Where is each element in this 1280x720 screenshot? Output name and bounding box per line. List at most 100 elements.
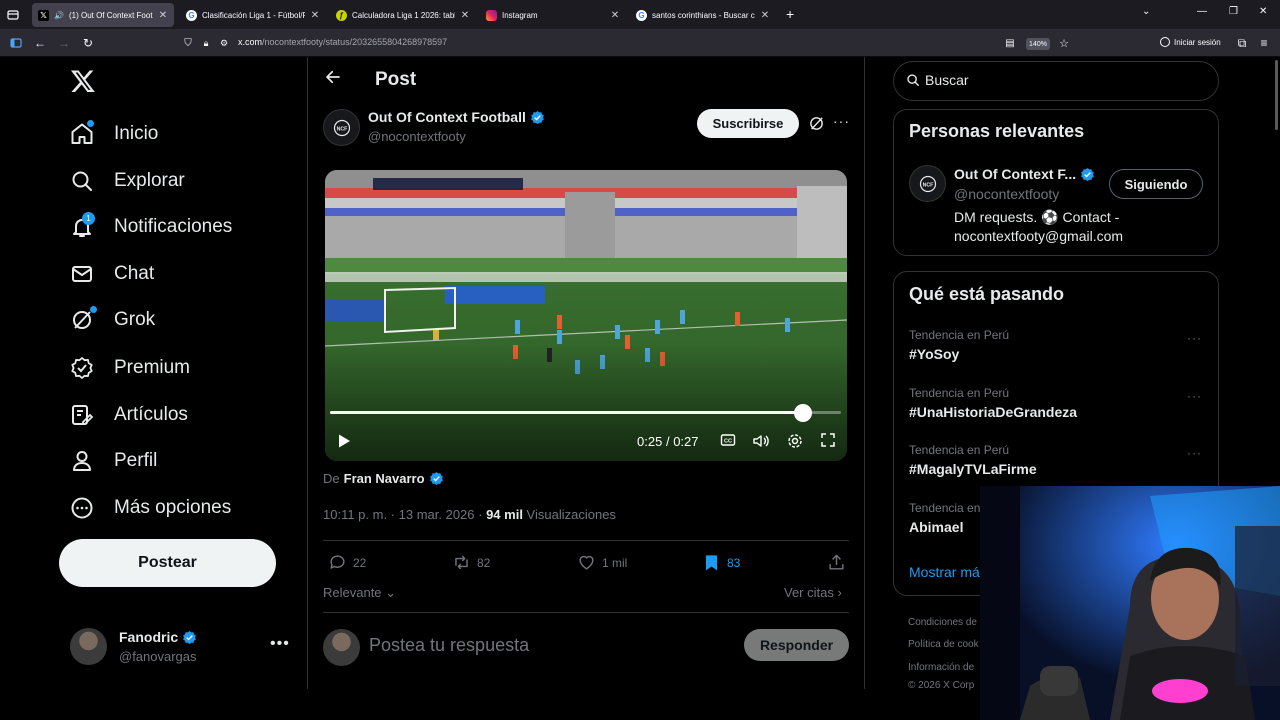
back-arrow-icon[interactable]: ← (32, 35, 48, 51)
webcam-overlay (980, 486, 1280, 720)
lock-icon[interactable]: 🔒︎ (198, 35, 214, 51)
restore-icon[interactable]: ❐ (1229, 6, 1238, 17)
trend-name[interactable]: Abimael (909, 519, 963, 535)
browser-tab-4[interactable]: G santos corinthians - Buscar con Google… (630, 3, 776, 27)
repost-action[interactable]: 82 (452, 553, 490, 572)
post-timestamp[interactable]: 10:11 p. m. · 13 mar. 2026 · (323, 507, 486, 522)
sort-replies-dropdown[interactable]: Relevante ⌄ (323, 585, 396, 601)
nav-item-articulos[interactable]: Artículos (70, 400, 188, 430)
reader-view-icon[interactable]: ▤ (1002, 35, 1018, 51)
captions-icon[interactable]: CC (720, 432, 738, 450)
footer-link[interactable]: © 2026 X Corp (908, 680, 974, 691)
bookmark-star-icon[interactable]: ☆ (1056, 35, 1072, 51)
share-icon (829, 554, 844, 570)
author-name-row[interactable]: Out Of Context Football (368, 109, 545, 125)
settings-gear-icon[interactable] (786, 432, 804, 450)
trend-more-icon[interactable]: ··· (1187, 331, 1202, 345)
share-action[interactable] (827, 553, 846, 572)
sidebar-toggle-icon[interactable] (8, 35, 24, 51)
tab-list-icon[interactable] (0, 0, 26, 29)
tab-close-icon[interactable]: ✕ (158, 10, 168, 21)
following-button[interactable]: Siguiendo (1109, 169, 1203, 199)
browser-tab-3[interactable]: Instagram ✕ (480, 3, 626, 27)
tab-title: Clasificación Liga 1 - Fútbol/Perú (202, 10, 305, 20)
x-logo-icon[interactable] (70, 68, 98, 96)
reply-button[interactable]: Responder (744, 629, 849, 661)
nav-item-grok[interactable]: Grok (70, 305, 155, 335)
nav-item-label: Perfil (114, 450, 158, 471)
nav-item-inicio[interactable]: Inicio (70, 119, 158, 149)
forward-arrow-icon[interactable]: → (56, 35, 72, 51)
relevant-avatar[interactable]: NCF (909, 165, 946, 202)
account-switcher[interactable]: Fanodric @fanovargas ••• (70, 626, 290, 670)
more-circle-icon (70, 496, 94, 520)
account-name: Fanodric (119, 629, 179, 645)
trend-category: Tendencia en Perú (909, 328, 1010, 342)
play-icon[interactable] (336, 433, 352, 449)
trend-name[interactable]: #MagalyTVLaFirme (909, 461, 1037, 477)
author-handle[interactable]: @nocontextfooty (368, 129, 466, 144)
page-scrollbar[interactable] (1275, 60, 1278, 130)
credit-name[interactable]: Fran Navarro (344, 471, 425, 486)
shield-icon[interactable]: ⛉ (180, 35, 196, 51)
minimize-icon[interactable]: — (1197, 6, 1207, 17)
signin-button[interactable]: Iniciar sesión (1160, 37, 1221, 47)
footer-link[interactable]: Política de cook (908, 639, 979, 650)
volume-icon[interactable] (752, 432, 770, 450)
reply-input[interactable]: Postea tu respuesta (369, 635, 529, 656)
tab-close-icon[interactable]: ✕ (310, 10, 320, 21)
bookmark-action[interactable]: 83 (702, 553, 740, 572)
account-handle: @fanovargas (119, 649, 197, 664)
nav-item-perfil[interactable]: Perfil (70, 446, 157, 476)
view-quotes-link[interactable]: Ver citas › (784, 585, 842, 600)
nav-item-explorar[interactable]: Explorar (70, 166, 185, 196)
back-arrow-icon[interactable] (324, 68, 342, 86)
show-more-link[interactable]: Mostrar má (909, 564, 980, 580)
video-current-time: 0:25 (637, 434, 663, 449)
author-avatar[interactable]: NCF (323, 109, 360, 146)
like-action[interactable]: 1 mil (577, 553, 627, 572)
nav-item-mas-opciones[interactable]: Más opciones (70, 493, 231, 523)
video-player[interactable] (325, 170, 847, 461)
browser-tab-2[interactable]: ƒ Calculadora Liga 1 2026: tabla de ✕ (330, 3, 476, 27)
permissions-icon[interactable]: ⚙︎ (216, 35, 232, 51)
video-scrubber-handle[interactable] (794, 404, 812, 422)
browser-tab-0[interactable]: 𝕏 🔊 (1) Out Of Context Football ✕ (32, 3, 174, 27)
tab-close-icon[interactable]: ✕ (610, 10, 620, 21)
post-more-icon[interactable]: ··· (833, 113, 850, 129)
trend-more-icon[interactable]: ··· (1187, 389, 1202, 403)
instagram-icon (486, 9, 497, 21)
account-more-icon[interactable]: ••• (270, 635, 290, 653)
fullscreen-icon[interactable] (820, 432, 838, 450)
tab-close-icon[interactable]: ✕ (460, 10, 470, 21)
window-close-icon[interactable]: ✕ (1259, 6, 1267, 17)
post-button[interactable]: Postear (59, 539, 276, 587)
new-tab-icon[interactable]: + (786, 6, 794, 22)
video-duration: 0:27 (673, 434, 699, 449)
reload-icon[interactable]: ↻ (80, 35, 96, 51)
zoom-level[interactable]: 140% (1026, 38, 1050, 50)
footer-link[interactable]: Condiciones de (908, 617, 977, 628)
footer-link[interactable]: Información de (908, 662, 974, 673)
heart-icon (579, 555, 594, 570)
browser-tab-1[interactable]: G Clasificación Liga 1 - Fútbol/Perú ✕ (180, 3, 326, 27)
nav-item-notificaciones[interactable]: 1 Notificaciones (70, 212, 232, 242)
trend-category: Tendencia en (909, 501, 981, 515)
address-bar[interactable]: ⛉ 🔒︎ ⚙︎ x.com/nocontextfooty/status/2032… (176, 32, 1080, 54)
trend-name[interactable]: #YoSoy (909, 346, 959, 362)
menu-icon[interactable]: ≡ (1256, 35, 1272, 51)
subscribe-button[interactable]: Suscribirse (697, 109, 799, 138)
relevant-name-row[interactable]: Out Of Context F... (954, 166, 1095, 182)
trend-name[interactable]: #UnaHistoriaDeGrandeza (909, 404, 1077, 420)
nav-item-chat[interactable]: Chat (70, 259, 154, 289)
extensions-icon[interactable]: ⧉ (1234, 35, 1250, 51)
verified-icon (70, 356, 94, 380)
trend-more-icon[interactable]: ··· (1187, 446, 1202, 460)
video-credit: De Fran Navarro (323, 471, 444, 486)
nav-item-premium[interactable]: Premium (70, 353, 190, 383)
relevant-people-title: Personas relevantes (909, 121, 1085, 141)
reply-action[interactable]: 22 (328, 553, 366, 572)
tab-overflow-chevron-icon[interactable]: ⌄ (1142, 6, 1150, 17)
grok-icon[interactable] (808, 115, 825, 132)
tab-close-icon[interactable]: ✕ (760, 10, 770, 21)
